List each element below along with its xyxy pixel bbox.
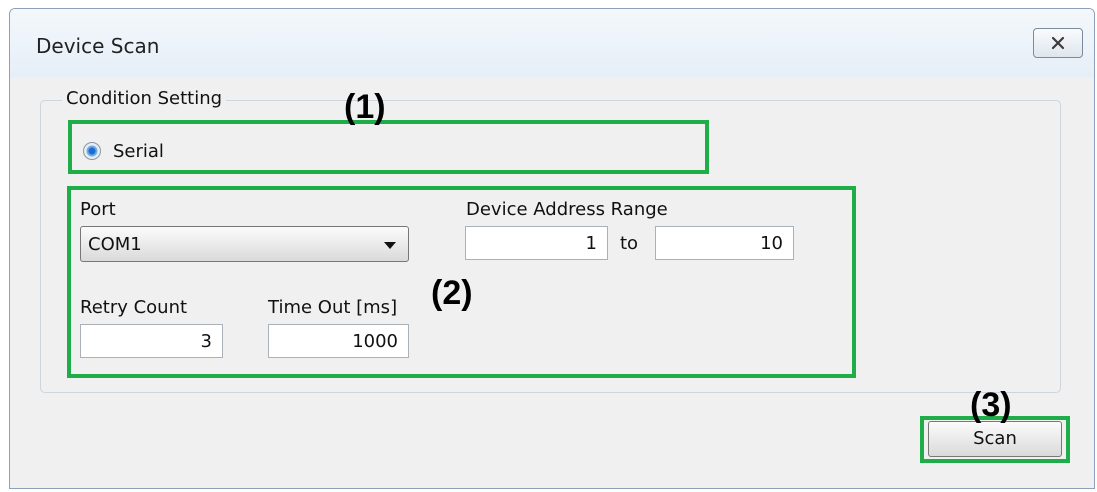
title-bar: Device Scan — [10, 9, 1094, 77]
window-title: Device Scan — [36, 34, 160, 58]
callout-3: (3) — [970, 386, 1012, 424]
callout-1: (1) — [344, 88, 386, 126]
close-button[interactable] — [1033, 28, 1083, 58]
condition-setting-label: Condition Setting — [62, 88, 227, 109]
highlight-box-1 — [68, 120, 709, 174]
close-x-icon — [1051, 36, 1065, 50]
callout-2: (2) — [431, 274, 473, 312]
